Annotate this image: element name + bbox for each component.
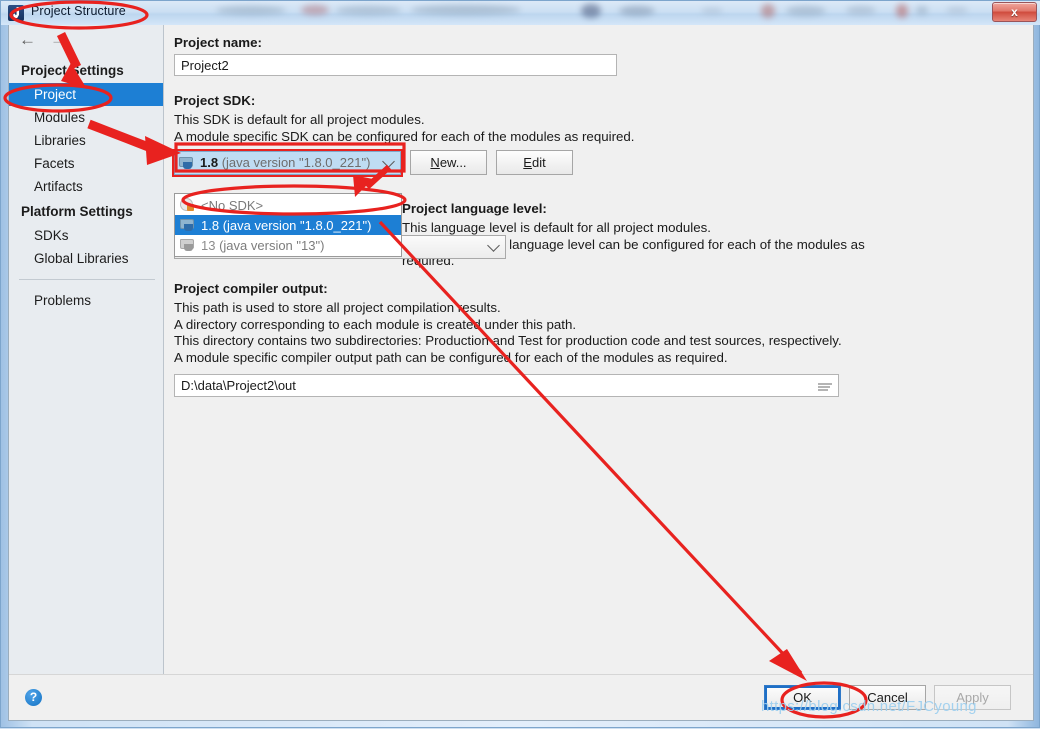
titlebar-smudge	[786, 6, 826, 16]
jdk-icon	[180, 218, 196, 232]
window-title: Project Structure	[31, 4, 126, 18]
titlebar-smudge	[216, 6, 286, 15]
edit-button-label: dit	[531, 155, 546, 170]
sdk-option-no-sdk[interactable]: <No SDK>	[175, 195, 401, 215]
jdk-icon	[179, 156, 195, 170]
settings-sidebar: ← → Project Settings Project Modules Lib…	[9, 25, 164, 674]
sdk-option-1-8[interactable]: 1.8 (java version "1.8.0_221")	[175, 215, 401, 235]
titlebar-smudge	[581, 4, 601, 18]
sidebar-separator	[19, 279, 155, 280]
titlebar-background	[1, 1, 1040, 25]
compiler-output-block: Project compiler output: This path is us…	[174, 281, 1019, 397]
sidebar-item-modules[interactable]: Modules	[9, 106, 163, 129]
sdk-missing-icon	[180, 198, 196, 212]
sidebar-item-sdks[interactable]: SDKs	[9, 224, 163, 247]
titlebar-smudge	[946, 7, 968, 14]
project-sdk-combobox[interactable]: 1.8 (java version "1.8.0_221")	[172, 148, 403, 177]
sdk-option-label: 13	[201, 237, 216, 253]
close-button[interactable]: x	[992, 2, 1037, 22]
project-structure-dialog: ← → Project Settings Project Modules Lib…	[8, 25, 1034, 721]
project-name-input[interactable]: Project2	[174, 54, 617, 76]
project-sdk-desc-line1: This SDK is default for all project modu…	[174, 112, 425, 127]
titlebar-smudge	[301, 5, 329, 15]
navigation-arrows: ← →	[19, 31, 67, 48]
window-frame: Project Structure x ← → Project Settings…	[0, 0, 1040, 728]
project-name-label: Project name:	[174, 35, 262, 50]
titlebar-smudge	[761, 4, 775, 18]
titlebar-smudge	[896, 4, 908, 18]
edit-button-mnemonic: E	[523, 155, 532, 170]
arrow-left-icon[interactable]: ←	[19, 31, 36, 48]
sidebar-group-project-settings: Project Settings	[21, 63, 124, 78]
watermark: https://blog.csdn.net/FJCyoung	[761, 698, 977, 715]
compiler-desc-line3: This directory contains two subdirectori…	[174, 333, 842, 348]
title-bar: Project Structure x	[1, 1, 1040, 25]
sdk-option-label: 1.8	[201, 217, 220, 233]
project-settings-panel: Project name: Project2 Project SDK: This…	[164, 25, 1033, 674]
sdk-option-detail: (java version "13")	[219, 237, 325, 253]
project-sdk-desc-line2: A module specific SDK can be configured …	[174, 128, 635, 144]
sidebar-item-artifacts[interactable]: Artifacts	[9, 175, 163, 198]
compiler-desc-line1: This path is used to store all project c…	[174, 300, 501, 315]
dialog-main: ← → Project Settings Project Modules Lib…	[9, 25, 1033, 674]
compiler-output-input[interactable]: D:\data\Project2\out	[174, 374, 839, 397]
sidebar-item-project[interactable]: Project	[9, 83, 163, 106]
sdk-option-13[interactable]: 13 (java version "13")	[175, 235, 401, 255]
titlebar-smudge	[619, 6, 655, 16]
new-button-label: ew...	[439, 155, 467, 170]
project-sdk-selected-text: 1.8 (java version "1.8.0_221")	[200, 155, 370, 170]
titlebar-smudge	[846, 6, 876, 15]
sdk-option-label: <No SDK>	[201, 197, 264, 213]
edit-sdk-button[interactable]: Edit	[496, 150, 573, 175]
close-icon: x	[1011, 5, 1018, 19]
project-sdk-row: 1.8 (java version "1.8.0_221") New... Ed…	[172, 148, 1019, 177]
intellij-idea-icon	[8, 5, 24, 21]
sidebar-item-problems[interactable]: Problems	[9, 289, 163, 312]
sidebar-item-libraries[interactable]: Libraries	[9, 129, 163, 152]
compiler-output-label: Project compiler output:	[174, 281, 328, 296]
sidebar-item-facets[interactable]: Facets	[9, 152, 163, 175]
help-icon[interactable]: ?	[25, 689, 42, 706]
sidebar-item-global-libraries[interactable]: Global Libraries	[9, 247, 163, 270]
chevron-down-icon	[382, 154, 395, 168]
sdk-detail: (java version "1.8.0_221")	[221, 155, 371, 170]
jdk-icon	[180, 238, 196, 252]
new-sdk-button[interactable]: New...	[410, 150, 487, 175]
project-sdk-dropdown-popup[interactable]: <No SDK> 1.8 (java version "1.8.0_221") …	[174, 193, 402, 257]
titlebar-smudge	[916, 6, 928, 15]
titlebar-smudge	[336, 6, 401, 15]
titlebar-smudge	[701, 8, 723, 14]
arrow-right-icon[interactable]: →	[50, 31, 67, 48]
chevron-down-icon	[487, 239, 500, 252]
project-sdk-label: Project SDK:	[174, 93, 256, 108]
compiler-output-value: D:\data\Project2\out	[181, 378, 296, 393]
new-button-mnemonic: N	[430, 155, 440, 170]
compiler-desc-line2: A directory corresponding to each module…	[174, 316, 577, 332]
sdk-version: 1.8	[200, 155, 219, 170]
sidebar-group-platform-settings: Platform Settings	[21, 204, 133, 219]
folder-browse-icon[interactable]	[818, 380, 832, 391]
compiler-desc-line4: A module specific compiler output path c…	[174, 349, 728, 365]
sdk-option-detail: (java version "1.8.0_221")	[222, 217, 372, 233]
titlebar-smudge	[411, 5, 521, 15]
